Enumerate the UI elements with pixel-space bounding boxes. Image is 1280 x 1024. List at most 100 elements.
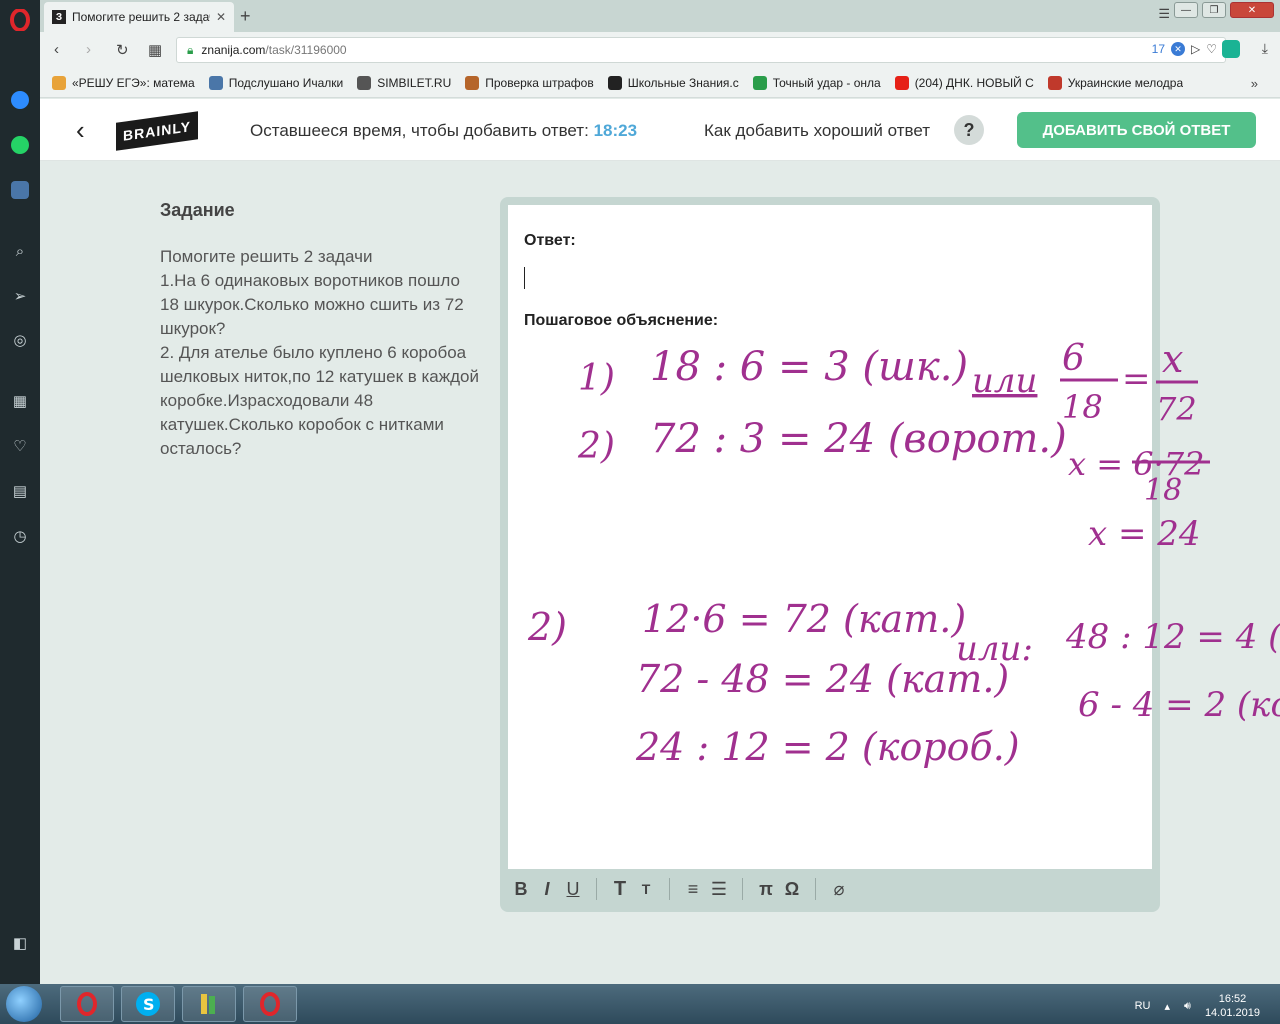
maximize-icon[interactable]: ❐: [1202, 2, 1226, 18]
flow-icon[interactable]: ▷: [1191, 42, 1200, 56]
ad-block-icon[interactable]: ✕: [1171, 42, 1185, 56]
attachment-icon[interactable]: ⌀: [826, 879, 852, 900]
task-heading: Задание: [160, 200, 235, 220]
italic-button[interactable]: I: [534, 879, 560, 900]
minimize-icon[interactable]: —: [1174, 2, 1198, 18]
hw-text: x: [1162, 337, 1183, 381]
bookmark-label: SIMBILET.RU: [377, 75, 452, 90]
bookmark-label: (204) ДНК. НОВЫЙ С: [914, 75, 1034, 90]
windows-taskbar: S RU ▴ 🔊︎ 16:52 14.01.2019: [0, 984, 1280, 1024]
bookmark-item[interactable]: «РЕШУ ЕГЭ»: матема: [52, 75, 195, 90]
bold-button[interactable]: B: [508, 879, 534, 900]
tray-clock[interactable]: 16:52 14.01.2019: [1205, 992, 1260, 1020]
svg-text:S: S: [143, 995, 155, 1014]
bookmark-item[interactable]: (204) ДНК. НОВЫЙ С: [894, 75, 1034, 90]
bookmark-favicon-icon: [465, 75, 480, 90]
history-icon[interactable]: ◷: [8, 524, 32, 548]
start-button[interactable]: [6, 986, 42, 1022]
language-indicator[interactable]: RU: [1135, 1000, 1151, 1012]
vpn-icon[interactable]: [1221, 40, 1240, 58]
hw-text: 72 : 3 = 24 (ворот.): [650, 416, 1067, 462]
bookmarks-bar: «РЕШУ ЕГЭ»: матема Подслушано Ичалки SIMBI…: [40, 68, 1280, 98]
reload-icon[interactable]: ↻: [116, 41, 129, 59]
ordered-list-icon[interactable]: ≡: [680, 879, 706, 900]
taskbar-opera-icon[interactable]: [60, 986, 114, 1022]
camera-icon[interactable]: ◎: [8, 328, 32, 352]
taskbar-paint-icon[interactable]: [182, 986, 236, 1022]
bookmark-heart-icon[interactable]: ♡: [1206, 42, 1217, 56]
news-icon[interactable]: ▤: [8, 479, 32, 503]
heading-large-button[interactable]: T: [607, 878, 633, 901]
bookmark-favicon-icon: [607, 75, 622, 90]
toolbar-divider: [669, 878, 670, 900]
sidebar-toggle-icon[interactable]: ◧: [8, 931, 32, 955]
toolbar-divider: [596, 878, 597, 900]
hw-text: 18: [1144, 473, 1182, 508]
heading-small-button[interactable]: T: [633, 881, 659, 897]
hw-text: или: [972, 361, 1037, 401]
send-icon[interactable]: ➢: [8, 284, 32, 308]
bullet-list-icon[interactable]: ☰: [706, 879, 732, 900]
speed-dial-icon[interactable]: ▦: [8, 389, 32, 413]
bookmark-item[interactable]: Школьные Знания.c: [607, 75, 739, 90]
toolbar-divider: [742, 878, 743, 900]
messenger-icon[interactable]: [8, 88, 32, 112]
close-tab-icon[interactable]: ✕: [216, 10, 226, 24]
add-answer-button[interactable]: ДОБАВИТЬ СВОЙ ОТВЕТ: [1017, 112, 1256, 148]
bookmark-favicon-icon: [1047, 75, 1062, 90]
bookmark-label: Проверка штрафов: [485, 75, 594, 90]
brainly-logo[interactable]: BRAINLY: [116, 111, 198, 151]
help-icon[interactable]: ?: [954, 115, 984, 145]
hw-text: 72 - 48 = 24 (кат.): [636, 657, 1009, 701]
nav-right-tools: ⤓: [1221, 40, 1268, 58]
bookmark-favicon-icon: [52, 75, 66, 90]
search-icon[interactable]: ⌕: [8, 239, 32, 263]
task-line: Помогите решить 2 задачи: [160, 247, 373, 266]
hw-text: 18: [1062, 388, 1103, 426]
bookmark-item[interactable]: Точный удар - онла: [752, 75, 881, 90]
opera-logo-icon[interactable]: [6, 6, 34, 34]
back-icon[interactable]: ‹: [54, 41, 59, 58]
how-to-link[interactable]: Как добавить хороший ответ: [704, 121, 930, 141]
download-icon[interactable]: ⤓: [1262, 40, 1268, 58]
bookmark-item[interactable]: Проверка штрафов: [465, 75, 594, 90]
close-window-icon[interactable]: ✕: [1230, 2, 1274, 18]
hw-text: x = 6·72: [1068, 445, 1204, 483]
tray-expand-icon[interactable]: ▴: [1164, 1000, 1170, 1013]
underline-button[interactable]: U: [560, 879, 586, 900]
pi-button[interactable]: π: [753, 879, 779, 900]
volume-icon[interactable]: 🔊︎: [1184, 1000, 1191, 1013]
remaining-time-label: Оставшееся время, чтобы добавить ответ:: [250, 121, 589, 140]
tab-title: Помогите решить 2 задач: [72, 10, 210, 24]
hw-text: 12·6 = 72 (кат.): [642, 597, 966, 641]
address-field[interactable]: 🔒︎ znanija.com /task/31196000 17 ✕ ▷ ♡: [176, 37, 1226, 63]
back-chevron-icon[interactable]: ‹: [76, 115, 85, 146]
active-tab[interactable]: З Помогите решить 2 задач ✕: [44, 2, 234, 32]
opera-sidebar: ⌕ ➢ ◎ ▦ ♡ ▤ ◷ ◧: [0, 0, 40, 984]
omega-button[interactable]: Ω: [779, 879, 805, 900]
nav-bar: ‹ › ↻ ▦ 🔒︎ znanija.com /task/31196000 17…: [40, 32, 1280, 68]
more-bookmarks-icon[interactable]: »: [1251, 76, 1258, 91]
bookmark-item[interactable]: Украинские мелодра: [1047, 75, 1183, 90]
vk-icon[interactable]: [8, 178, 32, 202]
new-tab-button[interactable]: +: [240, 6, 251, 27]
bookmark-label: Точный удар - онла: [772, 75, 881, 90]
hw-text: x = 24: [1088, 514, 1201, 554]
hw-text: 18 : 6 = 3 (шк.): [650, 344, 968, 390]
address-actions: 17 ✕ ▷ ♡: [1152, 42, 1217, 56]
znanija-favicon-icon: З: [52, 10, 66, 24]
taskbar-opera-icon[interactable]: [243, 986, 297, 1022]
heart-icon[interactable]: ♡: [8, 434, 32, 458]
bookmark-item[interactable]: SIMBILET.RU: [357, 75, 452, 90]
whatsapp-icon[interactable]: [8, 133, 32, 157]
taskbar-skype-icon[interactable]: S: [121, 986, 175, 1022]
text-caret: [524, 267, 525, 289]
hw-text: 6: [1062, 338, 1085, 379]
bookmark-item[interactable]: Подслушано Ичалки: [208, 75, 343, 90]
hw-text: 24 : 12 = 2 (короб.): [635, 725, 1020, 769]
tabs-grid-icon[interactable]: ▦: [148, 41, 162, 59]
forward-icon[interactable]: ›: [86, 41, 91, 58]
url-domain: znanija.com: [201, 43, 266, 57]
tab-menu-icon[interactable]: ☰: [1158, 6, 1170, 22]
bookmarks-list: «РЕШУ ЕГЭ»: матема Подслушано Ичалки SIMBI…: [52, 75, 1197, 90]
